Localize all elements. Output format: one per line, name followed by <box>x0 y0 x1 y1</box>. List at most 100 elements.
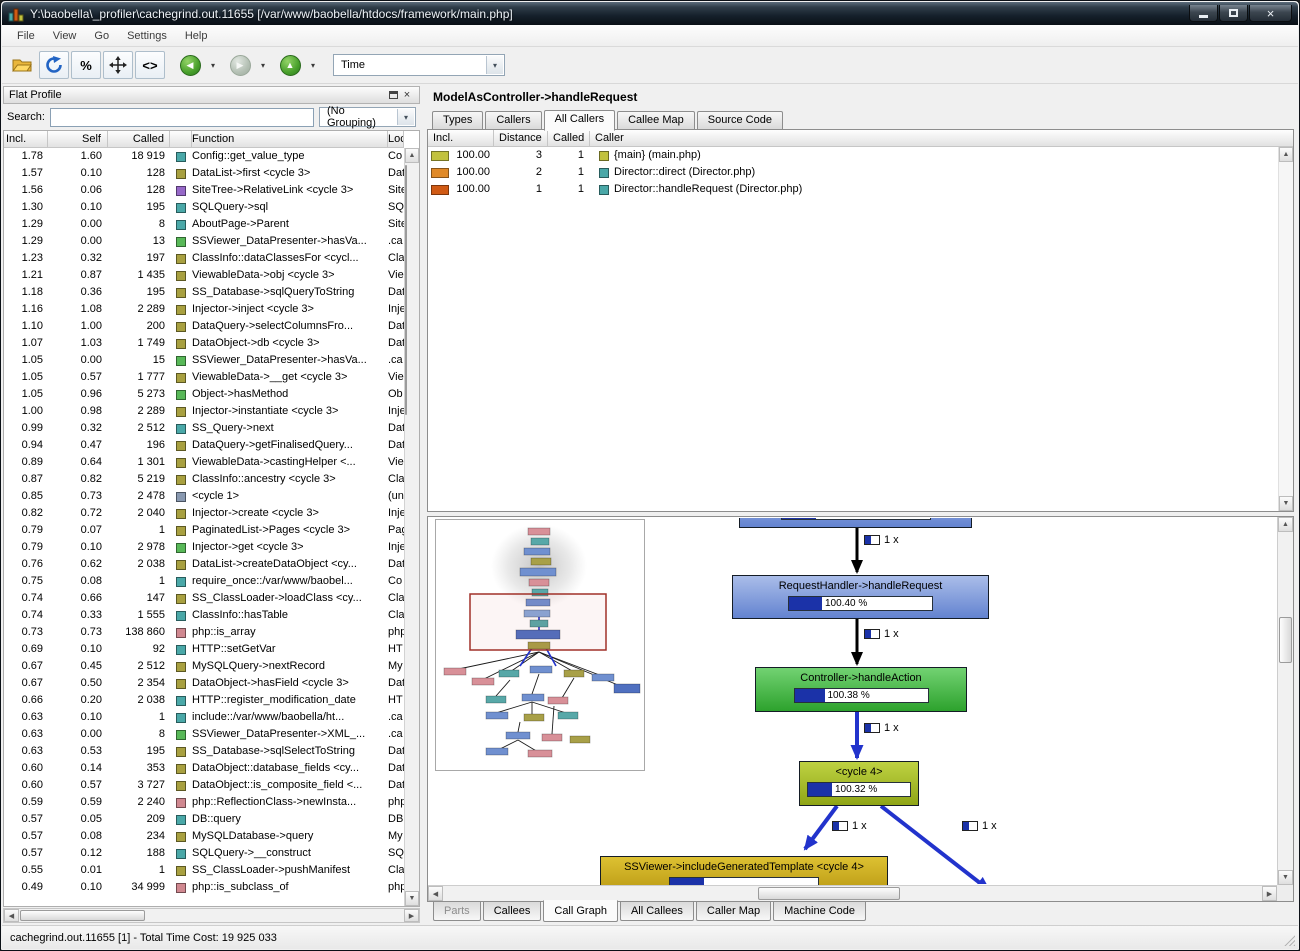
table-row[interactable]: 0.63 0.10 1 include::/var/www/baobella/h… <box>4 709 404 726</box>
table-row[interactable]: 0.82 0.72 2 040 Injector->create <cycle … <box>4 505 404 522</box>
search-input[interactable] <box>49 107 314 127</box>
graph-vertical-scrollbar[interactable]: ▲ ▼ <box>1277 517 1293 885</box>
up-dropdown-button[interactable]: ▾ <box>307 53 319 77</box>
table-row[interactable]: 1.56 0.06 128 SiteTree->RelativeLink <cy… <box>4 182 404 199</box>
table-row[interactable]: 0.67 0.50 2 354 DataObject->hasField <cy… <box>4 675 404 692</box>
table-row[interactable]: 1.00 0.98 2 289 Injector->instantiate <c… <box>4 403 404 420</box>
table-row[interactable]: 1.78 1.60 18 919 Config::get_value_type … <box>4 148 404 165</box>
table-row[interactable]: 1.57 0.10 128 DataList->first <cycle 3> … <box>4 165 404 182</box>
table-row[interactable]: 1.21 0.87 1 435 ViewableData->obj <cycle… <box>4 267 404 284</box>
tab[interactable]: Parts <box>433 901 481 921</box>
callers-vertical-scrollbar[interactable]: ▲ ▼ <box>1278 147 1293 511</box>
table-row[interactable]: 0.66 0.20 2 038 HTTP::register_modificat… <box>4 692 404 709</box>
table-row[interactable]: 1.23 0.32 197 ClassInfo::dataClassesFor … <box>4 250 404 267</box>
resize-grip[interactable] <box>1283 934 1295 946</box>
scrollbar-thumb[interactable] <box>405 165 407 415</box>
open-file-button[interactable] <box>7 51 37 79</box>
menu-item[interactable]: File <box>8 27 44 45</box>
table-row[interactable]: 1.07 1.03 1 749 DataObject->db <cycle 3>… <box>4 335 404 352</box>
table-row[interactable]: 0.55 0.01 1 SS_ClassLoader->pushManifest… <box>4 862 404 879</box>
table-row[interactable]: 1.30 0.10 195 SQLQuery->sql SQL <box>4 199 404 216</box>
menu-item[interactable]: Settings <box>118 27 176 45</box>
tab[interactable]: Call Graph <box>543 900 618 922</box>
table-row[interactable]: 0.75 0.08 1 require_once::/var/www/baobe… <box>4 573 404 590</box>
column-header-distance[interactable]: Distance <box>494 130 548 146</box>
close-button[interactable]: × <box>1249 5 1292 22</box>
reload-button[interactable] <box>39 51 69 79</box>
column-header-incl[interactable]: Incl. <box>4 131 48 147</box>
column-header-called[interactable]: Called <box>548 130 590 146</box>
pan-view-button[interactable] <box>103 51 133 79</box>
table-row[interactable]: 100.00 3 1 {main} (main.php) <box>428 147 1293 164</box>
scroll-up-icon[interactable]: ▲ <box>1279 147 1293 162</box>
tab[interactable]: All Callers <box>543 110 616 131</box>
table-row[interactable]: 1.05 0.00 15 SSViewer_DataPresenter->has… <box>4 352 404 369</box>
tab[interactable]: Caller Map <box>695 901 772 921</box>
title-bar[interactable]: Y:\baobella\_profiler\cachegrind.out.116… <box>2 2 1298 25</box>
table-row[interactable]: 0.79 0.10 2 978 Injector->get <cycle 3> … <box>4 539 404 556</box>
tab[interactable]: Callees <box>482 901 542 921</box>
table-row[interactable]: 0.85 0.73 2 478 <cycle 1> (un <box>4 488 404 505</box>
forward-dropdown-button[interactable]: ▾ <box>257 53 269 77</box>
scroll-up-icon[interactable]: ▲ <box>405 148 419 163</box>
call-graph-viewport[interactable]: RequestHandler->handleRequest 100.40 % C… <box>429 518 1277 885</box>
maximize-button[interactable] <box>1219 5 1248 22</box>
column-header-function[interactable]: Function <box>192 131 388 147</box>
menu-item[interactable]: View <box>44 27 86 45</box>
up-button[interactable]: ▲ <box>275 51 305 79</box>
relative-cost-button[interactable]: <> <box>135 51 165 79</box>
table-row[interactable]: 0.74 0.33 1 555 ClassInfo::hasTable Cla <box>4 607 404 624</box>
column-header-incl[interactable]: Incl. <box>428 130 494 146</box>
table-row[interactable]: 0.57 0.08 234 MySQLDatabase->query My <box>4 828 404 845</box>
flat-profile-horizontal-scrollbar[interactable]: ◀ ▶ <box>3 908 420 923</box>
flat-profile-header[interactable]: Flat Profile × <box>3 86 420 104</box>
column-header-location[interactable]: Loc <box>388 131 404 147</box>
float-panel-button[interactable] <box>386 88 400 102</box>
menu-item[interactable]: Go <box>85 27 118 45</box>
table-row[interactable]: 0.59 0.59 2 240 php::ReflectionClass->ne… <box>4 794 404 811</box>
percent-toggle-button[interactable]: % <box>71 51 101 79</box>
scrollbar-thumb[interactable] <box>20 910 145 921</box>
graph-node-requesthandler[interactable]: RequestHandler->handleRequest 100.40 % <box>732 575 989 619</box>
graph-node-clipped-top[interactable] <box>739 518 972 528</box>
table-row[interactable]: 1.29 0.00 8 AboutPage->Parent Site <box>4 216 404 233</box>
table-row[interactable]: 0.87 0.82 5 219 ClassInfo::ancestry <cyc… <box>4 471 404 488</box>
tab[interactable]: Machine Code <box>773 901 867 921</box>
scroll-down-icon[interactable]: ▼ <box>405 891 419 906</box>
table-row[interactable]: 1.05 0.96 5 273 Object->hasMethod Ob <box>4 386 404 403</box>
table-row[interactable]: 100.00 2 1 Director::direct (Director.ph… <box>428 164 1293 181</box>
graph-horizontal-scrollbar[interactable]: ◀ ▶ <box>428 885 1277 901</box>
table-row[interactable]: 0.60 0.14 353 DataObject::database_field… <box>4 760 404 777</box>
scroll-left-icon[interactable]: ◀ <box>428 886 443 901</box>
table-row[interactable]: 1.05 0.57 1 777 ViewableData->__get <cyc… <box>4 369 404 386</box>
table-row[interactable]: 0.49 0.10 34 999 php::is_subclass_of php <box>4 879 404 896</box>
scroll-down-icon[interactable]: ▼ <box>1278 870 1293 885</box>
tab[interactable]: Source Code <box>696 111 783 130</box>
tab[interactable]: All Callees <box>619 901 694 921</box>
table-row[interactable]: 0.74 0.66 147 SS_ClassLoader->loadClass … <box>4 590 404 607</box>
table-row[interactable]: 0.79 0.07 1 PaginatedList->Pages <cycle … <box>4 522 404 539</box>
graph-node-cycle4[interactable]: <cycle 4> 100.32 % <box>799 761 919 806</box>
back-button[interactable]: ◀ <box>175 51 205 79</box>
table-row[interactable]: 0.63 0.00 8 SSViewer_DataPresenter->XML_… <box>4 726 404 743</box>
back-dropdown-button[interactable]: ▾ <box>207 53 219 77</box>
table-row[interactable]: 1.18 0.36 195 SS_Database->sqlQueryToStr… <box>4 284 404 301</box>
table-row[interactable]: 1.16 1.08 2 289 Injector->inject <cycle … <box>4 301 404 318</box>
scroll-left-icon[interactable]: ◀ <box>4 909 19 922</box>
table-row[interactable]: 0.63 0.53 195 SS_Database->sqlSelectToSt… <box>4 743 404 760</box>
table-row[interactable]: 0.60 0.57 3 727 DataObject::is_composite… <box>4 777 404 794</box>
forward-button[interactable]: ▶ <box>225 51 255 79</box>
table-row[interactable]: 1.29 0.00 13 SSViewer_DataPresenter->has… <box>4 233 404 250</box>
tab[interactable]: Types <box>432 111 484 130</box>
column-header-self[interactable]: Self <box>48 131 108 147</box>
table-row[interactable]: 0.76 0.62 2 038 DataList->createDataObje… <box>4 556 404 573</box>
scroll-right-icon[interactable]: ▶ <box>1262 886 1277 901</box>
flat-profile-vertical-scrollbar[interactable]: ▲ ▼ <box>404 148 419 906</box>
column-header-caller[interactable]: Caller <box>590 130 1293 146</box>
table-row[interactable]: 0.94 0.47 196 DataQuery->getFinalisedQue… <box>4 437 404 454</box>
scroll-up-icon[interactable]: ▲ <box>1278 517 1293 532</box>
column-header-called[interactable]: Called <box>108 131 170 147</box>
event-type-combobox[interactable]: Time ▾ <box>333 54 505 76</box>
scrollbar-thumb[interactable] <box>758 887 900 900</box>
scroll-right-icon[interactable]: ▶ <box>404 909 419 922</box>
